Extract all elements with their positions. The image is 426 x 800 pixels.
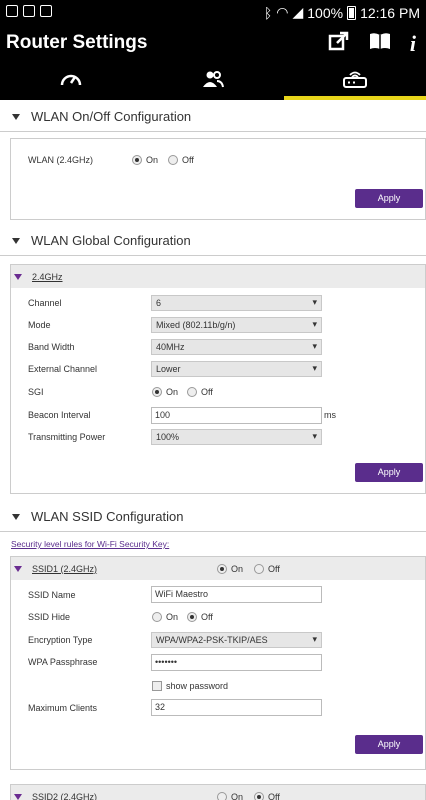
ext-channel-select[interactable]: Lower <box>151 361 322 377</box>
status-bar: ᛒ ◠ ◢ 100% 12:16 PM <box>0 0 426 24</box>
users-icon <box>201 70 225 93</box>
tab-dashboard[interactable] <box>0 62 142 100</box>
collapse-arrow-icon <box>12 513 20 520</box>
band-2-4ghz-header[interactable]: 2.4GHz <box>11 265 425 288</box>
image-notification-icon <box>6 5 18 17</box>
wlan-onoff-panel: WLAN (2.4GHz) On Off Apply <box>10 138 426 220</box>
expand-arrow-icon <box>14 565 22 572</box>
radio-icon <box>132 154 142 165</box>
radio-icon <box>217 791 227 800</box>
ssid1-link[interactable]: SSID1 (2.4GHz) <box>32 564 97 574</box>
mode-select[interactable]: Mixed (802.11b/g/n) <box>151 317 322 333</box>
collapse-arrow-icon <box>12 237 20 244</box>
radio-icon <box>217 563 227 574</box>
expand-arrow-icon <box>14 273 22 280</box>
sgi-label: SGI <box>28 387 44 397</box>
ssid2-panel: SSID2 (2.4GHz) On Off <box>10 784 426 800</box>
radio-icon <box>152 611 162 622</box>
encryption-label: Encryption Type <box>28 635 93 645</box>
ssid-hide-off-radio[interactable]: Off <box>187 611 213 622</box>
wlan-global-section-header[interactable]: WLAN Global Configuration <box>0 226 426 256</box>
ssid2-link[interactable]: SSID2 (2.4GHz) <box>32 792 97 800</box>
radio-icon <box>254 563 264 574</box>
wlan-global-apply-button[interactable]: Apply <box>355 463 423 482</box>
battery-percent: 100% <box>307 4 344 21</box>
power-select[interactable]: 100% <box>151 429 322 445</box>
security-rules-link[interactable]: Security level rules for Wi-Fi Security … <box>11 539 169 549</box>
wifi-notification-icon <box>40 5 52 17</box>
wlan-on-radio[interactable]: On <box>132 154 158 165</box>
checkbox-icon <box>152 680 162 691</box>
max-clients-label: Maximum Clients <box>28 703 98 713</box>
power-label: Transmitting Power <box>28 432 106 442</box>
ext-channel-label: External Channel <box>28 364 98 374</box>
section-title: WLAN Global Configuration <box>31 233 191 248</box>
bluetooth-icon: ᛒ <box>263 4 273 21</box>
wifi-signal-icon: ◠ <box>276 4 289 20</box>
checklist-notification-icon <box>23 5 35 17</box>
bandwidth-label: Band Width <box>28 342 75 352</box>
radio-icon <box>152 386 162 397</box>
bandwidth-select[interactable]: 40MHz <box>151 339 322 355</box>
ssid2-off-radio[interactable]: Off <box>254 791 280 800</box>
speedometer-icon <box>59 70 83 93</box>
beacon-label: Beacon Interval <box>28 410 91 420</box>
ssid1-apply-button[interactable]: Apply <box>355 735 423 754</box>
encryption-select[interactable]: WPA/WPA2-PSK-TKIP/AES <box>151 632 322 648</box>
channel-select[interactable]: 6 <box>151 295 322 311</box>
ssid-name-label: SSID Name <box>28 590 76 600</box>
collapse-arrow-icon <box>12 113 20 120</box>
radio-icon <box>187 611 197 622</box>
show-password-checkbox[interactable]: show password <box>152 680 228 691</box>
ssid-name-input[interactable]: WiFi Maestro <box>151 586 322 603</box>
radio-icon <box>187 386 197 397</box>
radio-icon <box>168 154 178 165</box>
section-title: WLAN SSID Configuration <box>31 509 184 524</box>
ssid1-header[interactable]: SSID1 (2.4GHz) On Off <box>11 557 425 580</box>
ssid2-header[interactable]: SSID2 (2.4GHz) On Off <box>11 785 425 800</box>
cell-signal-icon: ◢ <box>292 4 304 20</box>
info-icon[interactable]: i <box>410 31 416 57</box>
open-external-icon[interactable] <box>328 30 350 57</box>
channel-label: Channel <box>28 298 62 308</box>
battery-icon <box>347 5 357 20</box>
ssid-hide-label: SSID Hide <box>28 612 71 622</box>
ssid2-on-radio[interactable]: On <box>217 791 243 800</box>
clock: 12:16 PM <box>360 4 420 21</box>
beacon-interval-input[interactable]: 100 <box>151 407 322 424</box>
wlan-ssid-section-header[interactable]: WLAN SSID Configuration <box>0 502 426 532</box>
wlan-off-radio[interactable]: Off <box>168 154 194 165</box>
wlan-onoff-section-header[interactable]: WLAN On/Off Configuration <box>0 102 426 132</box>
mode-label: Mode <box>28 320 51 330</box>
tab-devices[interactable] <box>142 62 284 100</box>
ssid-hide-on-radio[interactable]: On <box>152 611 178 622</box>
sgi-on-radio[interactable]: On <box>152 386 178 397</box>
sgi-off-radio[interactable]: Off <box>187 386 213 397</box>
app-bar: Router Settings i <box>0 24 426 100</box>
wlan-label: WLAN (2.4GHz) <box>28 155 94 165</box>
ssid1-off-radio[interactable]: Off <box>254 563 280 574</box>
beacon-unit: ms <box>324 410 336 420</box>
wlan-onoff-apply-button[interactable]: Apply <box>355 189 423 208</box>
tab-router-settings[interactable] <box>284 62 426 100</box>
ssid1-panel: SSID1 (2.4GHz) On Off SSID Name WiFi Mae… <box>10 556 426 770</box>
max-clients-input[interactable]: 32 <box>151 699 322 716</box>
band-link[interactable]: 2.4GHz <box>32 272 63 282</box>
manual-book-icon[interactable] <box>368 31 392 56</box>
radio-icon <box>254 791 264 800</box>
passphrase-input[interactable]: ••••••• <box>151 654 322 671</box>
expand-arrow-icon <box>14 793 22 800</box>
section-title: WLAN On/Off Configuration <box>31 109 192 124</box>
passphrase-label: WPA Passphrase <box>28 657 98 667</box>
router-icon <box>342 69 368 94</box>
ssid1-on-radio[interactable]: On <box>217 563 243 574</box>
page-title: Router Settings <box>6 32 148 53</box>
settings-content[interactable]: WLAN On/Off Configuration WLAN (2.4GHz) … <box>0 100 426 800</box>
wlan-global-panel: 2.4GHz Channel 6 Mode Mixed (802.11b/g/n… <box>10 264 426 494</box>
